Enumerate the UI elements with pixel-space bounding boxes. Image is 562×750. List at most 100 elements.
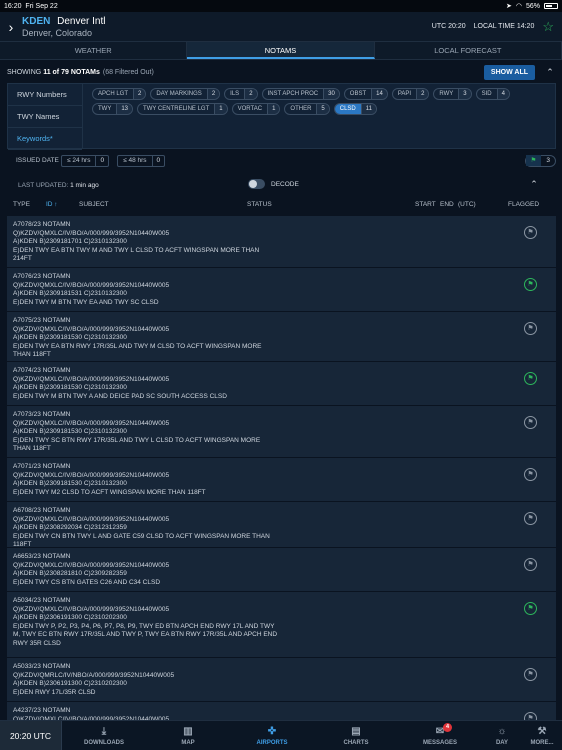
- airport-location: Denver, Colorado: [22, 27, 93, 38]
- messages-badge: 4: [443, 723, 452, 732]
- tab-day[interactable]: ☼ DAY: [482, 721, 522, 750]
- keyword-chip-row: APCH LGT 2 DAY MARKINGS 2 ILS 2 INST APCH P…: [92, 88, 555, 100]
- issued-48h-chip[interactable]: ≤ 48 hrs 0: [117, 154, 166, 167]
- favorite-star-icon[interactable]: ☆: [542, 19, 554, 35]
- show-all-button[interactable]: SHOW ALL: [483, 64, 535, 80]
- flag-toggle-icon[interactable]: ⚑: [524, 602, 537, 615]
- keyword-chip-inst-apch-proc[interactable]: INST APCH PROC 30: [261, 88, 340, 100]
- column-start[interactable]: START: [415, 201, 436, 208]
- flag-toggle-icon[interactable]: ⚑: [524, 558, 537, 571]
- notam-row[interactable]: A7071/23 NOTAMN Q)KZDV/QMXLC/IV/BO/A/000…: [7, 457, 556, 501]
- flagged-filter-chip[interactable]: ⚑ 3: [524, 154, 556, 167]
- notam-row[interactable]: A6653/23 NOTAMN Q)KZDV/QMXLC/IV/BO/A/000…: [7, 547, 556, 591]
- decode-toggle[interactable]: [248, 179, 265, 189]
- flag-toggle-icon[interactable]: ⚑: [524, 226, 537, 239]
- notam-row[interactable]: A5034/23 NOTAMN Q)KZDV/QMXLC/IV/BO/A/000…: [7, 591, 556, 657]
- tab-notams[interactable]: NOTAMS: [187, 42, 375, 59]
- filter-twy-names[interactable]: TWY Names: [8, 106, 82, 128]
- status-date: Fri Sep 22: [25, 2, 58, 10]
- airport-code: KDEN: [22, 15, 51, 27]
- column-subject[interactable]: SUBJECT: [79, 201, 109, 208]
- notam-text: A7078/23 NOTAMN Q)KZDV/QMXLC/IV/BO/A/000…: [13, 221, 260, 262]
- keyword-chip-clsd[interactable]: CLSD 11: [333, 103, 377, 115]
- notam-row[interactable]: A7074/23 NOTAMN Q)KZDV/QMXLC/IV/BO/A/000…: [7, 361, 556, 405]
- notam-text: A7073/23 NOTAMN Q)KZDV/QMXLC/IV/BO/A/000…: [13, 411, 261, 452]
- notam-text: A7076/23 NOTAMN Q)KZDV/QMXLC/IV/BO/A/000…: [13, 273, 170, 306]
- flag-toggle-icon[interactable]: ⚑: [524, 512, 537, 525]
- notam-text: A6653/23 NOTAMN Q)KZDV/QMXLC/IV/BO/A/000…: [13, 553, 170, 586]
- keyword-chip-apch-lgt[interactable]: APCH LGT 2: [92, 88, 147, 100]
- flag-icon: ⚑: [525, 155, 542, 166]
- keyword-chip-day-markings[interactable]: DAY MARKINGS 2: [150, 88, 221, 100]
- filtered-out-count: (68 Filtered Out): [102, 68, 154, 76]
- keyword-chip-twy-centreline-lgt[interactable]: TWY CENTRELINE LGT 1: [137, 103, 228, 115]
- flag-toggle-icon[interactable]: ⚑: [524, 322, 537, 335]
- keyword-chip-papi[interactable]: PAPI 2: [391, 88, 430, 100]
- filter-rwy-numbers[interactable]: RWY Numbers: [8, 84, 82, 106]
- flag-toggle-icon[interactable]: ⚑: [524, 416, 537, 429]
- column-type[interactable]: TYPE: [13, 201, 30, 208]
- notam-row[interactable]: A7076/23 NOTAMN Q)KZDV/QMXLC/IV/BO/A/000…: [7, 267, 556, 311]
- keyword-chip-rwy[interactable]: RWY 3: [433, 88, 472, 100]
- filter-keywords[interactable]: Keywords*: [8, 128, 82, 150]
- tab-weather[interactable]: WEATHER: [0, 42, 188, 59]
- tab-downloads[interactable]: ⤓ DOWNLOADS: [62, 721, 146, 750]
- keyword-chip-obst[interactable]: OBST 14: [343, 88, 388, 100]
- local-time: LOCAL TIME 14:20: [473, 23, 535, 30]
- notam-text: A6708/23 NOTAMN Q)KZDV/QMXLC/IV/BO/A/000…: [13, 507, 270, 548]
- airport-icon: ✜: [267, 725, 277, 737]
- column-end[interactable]: END: [440, 201, 454, 208]
- notam-row[interactable]: A6708/23 NOTAMN Q)KZDV/QMXLC/IV/BO/A/000…: [7, 501, 556, 548]
- status-time: 16:20: [4, 2, 22, 10]
- issued-24h-chip[interactable]: ≤ 24 hrs 0: [61, 154, 110, 167]
- notam-row[interactable]: A7078/23 NOTAMN Q)KZDV/QMXLC/IV/BO/A/000…: [7, 215, 556, 267]
- battery-percent: 56%: [525, 2, 540, 10]
- keyword-chip-row: TWY 13 TWY CENTRELINE LGT 1 VORTAC 1 OTHER 5…: [92, 103, 555, 115]
- tab-airports[interactable]: ✜ AIRPORTS: [230, 721, 314, 750]
- issued-date-filter: ISSUED DATE ≤ 24 hrs 0 ≤ 48 hrs 0 ⚑ 3: [7, 153, 556, 168]
- flag-toggle-icon[interactable]: ⚑: [524, 668, 537, 681]
- collapse-filters-chevron-icon[interactable]: ⌃: [545, 67, 555, 78]
- tab-messages[interactable]: ✉ MESSAGES 4: [398, 721, 482, 750]
- notam-row[interactable]: A5033/23 NOTAMN Q)KZDV/QMRLC/IV/NBO/A/00…: [7, 657, 556, 701]
- keyword-chip-other[interactable]: OTHER 5: [284, 103, 330, 115]
- bottom-tab-bar: 20:20 UTC ⤓ DOWNLOADS ▥ MAP ✜ AIRPORTS ▤ CHA…: [0, 720, 562, 750]
- notam-text: A5034/23 NOTAMN Q)KZDV/QMXLC/IV/BO/A/000…: [13, 597, 278, 647]
- keyword-chip-ils[interactable]: ILS 2: [224, 88, 258, 100]
- flag-toggle-icon[interactable]: ⚑: [524, 712, 537, 720]
- back-chevron-icon[interactable]: ›: [0, 19, 22, 35]
- notam-list: A7078/23 NOTAMN Q)KZDV/QMXLC/IV/BO/A/000…: [7, 215, 556, 720]
- last-updated-label: LAST UPDATED:: [18, 181, 69, 189]
- airport-name: Denver Intl: [57, 15, 106, 27]
- last-updated-value: 1 min ago: [70, 181, 99, 189]
- keyword-chip-twy[interactable]: TWY 13: [92, 103, 134, 115]
- wrench-icon: ⚒: [537, 725, 547, 737]
- notam-row[interactable]: A7073/23 NOTAMN Q)KZDV/QMXLC/IV/BO/A/000…: [7, 405, 556, 457]
- tab-map[interactable]: ▥ MAP: [146, 721, 230, 750]
- flag-toggle-icon[interactable]: ⚑: [524, 468, 537, 481]
- notam-text: A4237/23 NOTAMN Q)KZDV/QMXLC/IV/BO/A/000…: [13, 707, 170, 720]
- battery-icon: [544, 3, 558, 9]
- notam-table-header: TYPE ID ↑ SUBJECT STATUS START END (UTC)…: [7, 198, 556, 213]
- column-id-sorted[interactable]: ID ↑: [46, 201, 58, 208]
- keyword-chip-sid[interactable]: SID 4: [475, 88, 510, 100]
- airport-title-block: KDEN Denver Intl Denver, Colorado: [22, 16, 432, 38]
- notam-text: A7075/23 NOTAMN Q)KZDV/QMXLC/IV/BO/A/000…: [13, 317, 262, 358]
- wifi-icon: ◠: [515, 3, 522, 10]
- flag-toggle-icon[interactable]: ⚑: [524, 278, 537, 291]
- flag-toggle-icon[interactable]: ⚑: [524, 372, 537, 385]
- issued-date-label: ISSUED DATE: [16, 157, 59, 164]
- showing-prefix: SHOWING: [7, 68, 42, 76]
- tab-charts[interactable]: ▤ CHARTS: [314, 721, 398, 750]
- utc-clock[interactable]: 20:20 UTC: [0, 721, 62, 750]
- keyword-chip-vortac[interactable]: VORTAC 1: [231, 103, 281, 115]
- collapse-list-chevron-icon[interactable]: ⌃: [529, 179, 539, 190]
- tab-more[interactable]: ⚒ MORE...: [522, 721, 562, 750]
- notam-row[interactable]: A7075/23 NOTAMN Q)KZDV/QMXLC/IV/BO/A/000…: [7, 311, 556, 361]
- notam-row[interactable]: A4237/23 NOTAMN Q)KZDV/QMXLC/IV/BO/A/000…: [7, 701, 556, 720]
- location-icon: ➤: [506, 3, 512, 10]
- tab-local-forecast[interactable]: LOCAL FORECAST: [375, 42, 562, 59]
- column-status[interactable]: STATUS: [247, 201, 272, 208]
- column-flagged[interactable]: FLAGGED: [508, 201, 539, 208]
- decode-toggle-group: DECODE: [248, 179, 299, 189]
